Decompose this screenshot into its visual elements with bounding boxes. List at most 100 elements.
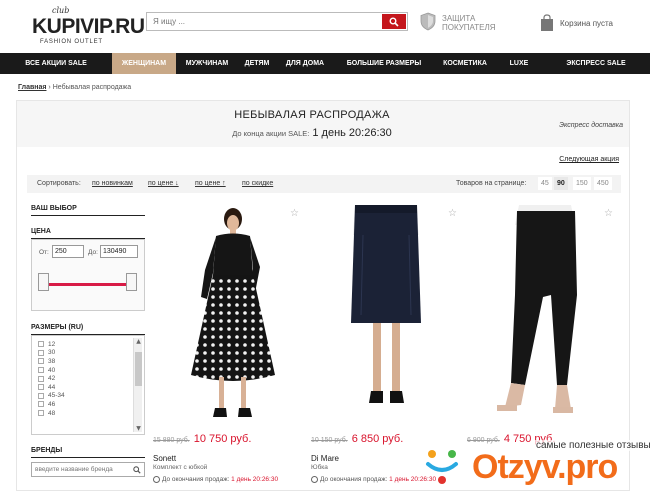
size-option[interactable]: 42 <box>38 374 65 383</box>
checkbox[interactable] <box>38 410 44 417</box>
cart[interactable]: Корзина пуста <box>540 14 640 34</box>
price-from-input[interactable] <box>52 245 84 258</box>
sizes-heading: РАЗМЕРЫ (RU) <box>31 324 145 335</box>
size-option[interactable]: 38 <box>38 357 65 366</box>
nav-item-luxe[interactable]: LUXE <box>496 53 542 74</box>
price-filter: От: До: <box>31 239 145 311</box>
size-option[interactable]: 12 <box>38 340 65 349</box>
buyer-protection[interactable]: ЗАЩИТА ПОКУПАТЕЛЯ <box>420 12 510 34</box>
main-nav: ВСЕ АКЦИИ SALE ЖЕНЩИНАМ МУЖЧИНАМ ДЕТЯМ Д… <box>0 53 650 74</box>
nav-item-kids[interactable]: ДЕТЯМ <box>238 53 276 74</box>
next-sale-link[interactable]: Следующая акция <box>559 156 619 163</box>
size-option[interactable]: 45-34 <box>38 392 65 401</box>
breadcrumb: Главная › Небывалая распродажа <box>18 84 131 91</box>
product-description: Комплект с юбкой <box>153 464 208 471</box>
size-option[interactable]: 46 <box>38 400 65 409</box>
nav-item-home[interactable]: ДЛЯ ДОМА <box>276 53 334 74</box>
countdown-value: 1 день 20:26:30 <box>312 127 392 139</box>
size-option[interactable]: 40 <box>38 366 65 375</box>
checkbox[interactable] <box>38 401 44 408</box>
clock-icon <box>153 476 160 483</box>
scroll-up-icon[interactable]: ▲ <box>134 338 143 345</box>
nav-item-women[interactable]: ЖЕНЩИНАМ <box>112 53 176 74</box>
sale-panel: НЕБЫВАЛАЯ РАСПРОДАЖА До конца акции SALE… <box>16 100 630 491</box>
nav-item-express-sale[interactable]: ЭКСПРЕСС SALE <box>542 53 650 74</box>
sale-header: НЕБЫВАЛАЯ РАСПРОДАЖА До конца акции SALE… <box>17 101 629 147</box>
express-delivery-label: Экспресс доставка <box>559 122 623 129</box>
nav-item-plus-sizes[interactable]: БОЛЬШИЕ РАЗМЕРЫ <box>334 53 434 74</box>
favorite-star-icon[interactable]: ☆ <box>604 208 613 219</box>
search-icon <box>389 17 399 27</box>
price-slider-max-handle[interactable] <box>126 273 137 291</box>
per-page-150[interactable]: 150 <box>573 177 591 190</box>
otzyv-logo-text: Otzyv.pro <box>472 448 618 486</box>
sale-end-value: 1 день 20:26:30 <box>231 476 279 484</box>
scroll-down-icon[interactable]: ▼ <box>134 425 143 432</box>
checkbox[interactable] <box>38 392 44 399</box>
size-label: 48 <box>48 409 56 417</box>
new-price: 10 750 руб. <box>193 433 252 445</box>
product-brand[interactable]: Sonett <box>153 454 176 463</box>
brands-heading: БРЕНДЫ <box>31 447 145 458</box>
checkbox[interactable] <box>38 375 44 382</box>
sale-title: НЕБЫВАЛАЯ РАСПРОДАЖА <box>234 109 390 121</box>
product-image[interactable]: ☆ <box>467 205 617 431</box>
product-image[interactable]: ☆ <box>153 205 303 431</box>
product-card[interactable]: ☆ 6 900 руб. 4 750 руб. <box>467 205 617 445</box>
old-price: 10 150 руб. <box>311 437 348 444</box>
product-brand[interactable]: Di Mare <box>311 454 339 463</box>
size-option[interactable]: 30 <box>38 349 65 358</box>
kupivip-logo[interactable]: club KUPIVIP.RU FASHION OUTLET <box>30 6 145 46</box>
per-page-45[interactable]: 45 <box>538 177 552 190</box>
brand-search-input[interactable] <box>32 463 130 476</box>
search-icon[interactable] <box>133 466 141 474</box>
size-label: 45-34 <box>48 392 65 400</box>
scroll-thumb[interactable] <box>135 352 142 386</box>
cart-status: Корзина пуста <box>560 19 613 28</box>
nav-item-cosmetics[interactable]: КОСМЕТИКА <box>434 53 496 74</box>
sale-end-label: До окончания продаж: <box>320 476 388 484</box>
checkbox[interactable] <box>38 349 44 356</box>
product-image[interactable]: ☆ <box>311 205 461 431</box>
checkbox[interactable] <box>38 358 44 365</box>
otzyv-logo-icon <box>426 450 458 484</box>
size-option[interactable]: 48 <box>38 409 65 418</box>
size-filter: 12 30 38 40 42 44 45-34 46 48 ▲ ▼ <box>31 335 145 435</box>
per-page-90[interactable]: 90 <box>554 177 568 190</box>
product-prices: 15 880 руб. 10 750 руб. <box>153 433 251 445</box>
shield-icon <box>420 12 436 31</box>
checkbox[interactable] <box>38 367 44 374</box>
size-label: 38 <box>48 357 56 365</box>
size-scrollbar[interactable]: ▲ ▼ <box>133 338 142 432</box>
logo-brand-text: KUPIVIP.RU <box>32 15 145 38</box>
size-option[interactable]: 44 <box>38 383 65 392</box>
sale-end-timer: До окончания продаж: 1 день 20:26:30 <box>153 476 278 483</box>
logo-tagline: FASHION OUTLET <box>40 39 103 45</box>
sort-by-discount[interactable]: по скидке <box>242 180 273 187</box>
price-from-label: От: <box>39 249 49 256</box>
sale-end-label: До окончания продаж: <box>162 476 230 484</box>
sort-by-new[interactable]: по новинкам <box>92 180 133 187</box>
sort-by-price-asc[interactable]: по цене ↑ <box>195 180 226 187</box>
per-page-450[interactable]: 450 <box>594 177 612 190</box>
checkbox[interactable] <box>38 341 44 348</box>
nav-item-men[interactable]: МУЖЧИНАМ <box>176 53 238 74</box>
breadcrumb-home-link[interactable]: Главная <box>18 84 46 91</box>
site-header: club KUPIVIP.RU FASHION OUTLET ЗАЩИТА ПО… <box>0 0 650 52</box>
favorite-star-icon[interactable]: ☆ <box>448 208 457 219</box>
price-slider-min-handle[interactable] <box>38 273 49 291</box>
checkbox[interactable] <box>38 384 44 391</box>
price-to-input[interactable] <box>100 245 138 258</box>
size-label: 46 <box>48 400 56 408</box>
favorite-star-icon[interactable]: ☆ <box>290 208 299 219</box>
sort-bar: Сортировать: по новинкам по цене ↓ по це… <box>27 175 621 193</box>
product-card[interactable]: ☆ 15 880 руб. 10 750 руб. Sonett Комплект… <box>153 205 303 483</box>
new-price: 6 850 руб. <box>351 433 404 445</box>
sort-by-price-desc[interactable]: по цене ↓ <box>148 180 179 187</box>
filter-sidebar: ВАШ ВЫБОР ЦЕНА От: До: РАЗМЕРЫ (RU) 12 3… <box>31 205 145 477</box>
search-input[interactable] <box>147 13 381 30</box>
logo-club-text: club <box>52 6 70 15</box>
nav-item-all-sale[interactable]: ВСЕ АКЦИИ SALE <box>0 53 112 74</box>
search-button[interactable] <box>382 14 406 29</box>
product-card[interactable]: ☆ 10 150 руб. 6 850 руб. Di Mare Юбка До … <box>311 205 461 483</box>
